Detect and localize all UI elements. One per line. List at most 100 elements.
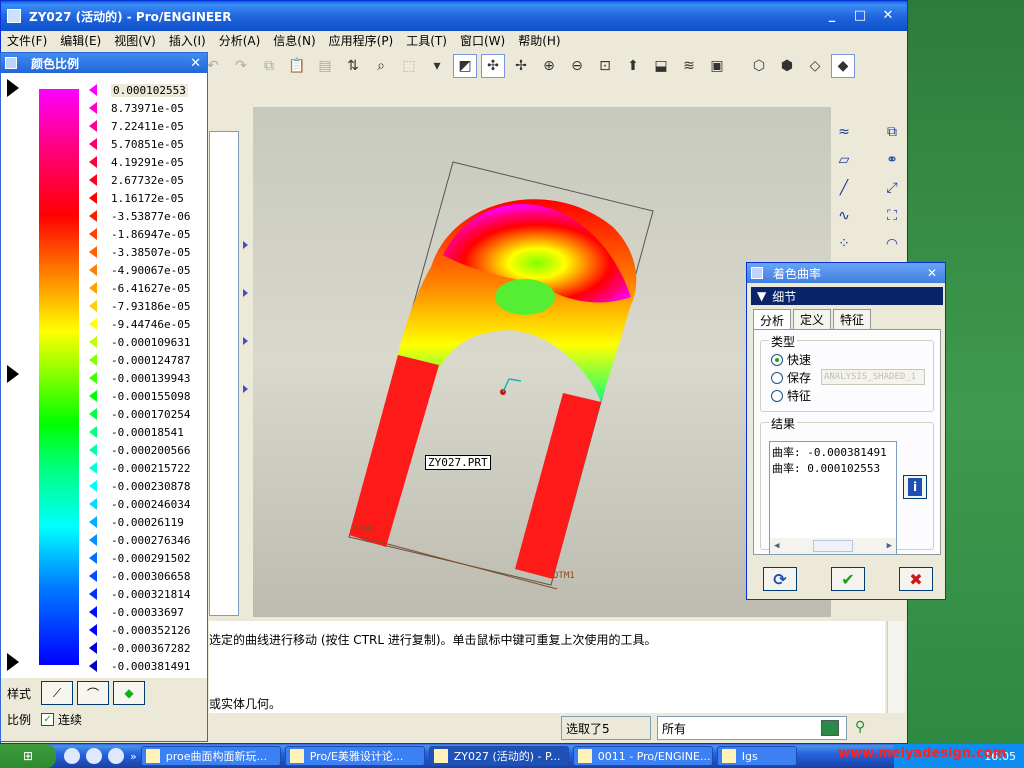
- scale-tick[interactable]: -0.000352126: [89, 621, 190, 639]
- minimize-button[interactable]: _: [821, 6, 843, 27]
- task-item[interactable]: ZY027 (活动的) - P...: [428, 746, 569, 766]
- menu-tools[interactable]: 工具(T): [406, 32, 447, 49]
- info-button[interactable]: i: [903, 475, 927, 499]
- scale-tick[interactable]: -3.38507e-05: [89, 243, 190, 261]
- scale-tick[interactable]: 5.70851e-05: [89, 135, 184, 153]
- scale-tick[interactable]: -0.000291502: [89, 549, 190, 567]
- scale-tick[interactable]: -3.53877e-06: [89, 207, 190, 225]
- hidden-line-icon[interactable]: ⬢: [775, 54, 799, 78]
- datum-plane-display-icon[interactable]: ≈: [833, 121, 855, 143]
- sketch-display-icon[interactable]: ◩: [453, 54, 477, 78]
- menu-file[interactable]: 文件(F): [7, 32, 47, 49]
- menu-insert[interactable]: 插入(I): [169, 32, 206, 49]
- ie-icon[interactable]: [108, 748, 124, 764]
- graphics-viewport[interactable]: ZY027.PRT DTM2 DTM1: [253, 107, 831, 617]
- lower-limit-marker[interactable]: [7, 653, 19, 671]
- surface-icon[interactable]: ⛶: [881, 205, 903, 227]
- menu-help[interactable]: 帮助(H): [518, 32, 560, 49]
- task-item[interactable]: proe曲面构面新玩...: [140, 746, 281, 766]
- middle-marker[interactable]: [7, 365, 19, 383]
- scale-tick[interactable]: -0.000321814: [89, 585, 190, 603]
- scale-tick[interactable]: -0.00018541: [89, 423, 184, 441]
- zoom-out-icon[interactable]: ⊖: [565, 54, 589, 78]
- scale-tick[interactable]: 0.000102553: [89, 81, 188, 99]
- scroll-left-icon[interactable]: ◀: [774, 541, 779, 551]
- cancel-button[interactable]: ✖: [899, 567, 933, 591]
- menu-applications[interactable]: 应用程序(P): [329, 32, 394, 49]
- view-manager-icon[interactable]: ▣: [705, 54, 729, 78]
- scale-tick[interactable]: -0.000381491: [89, 657, 190, 675]
- scale-tick[interactable]: -0.00033697: [89, 603, 184, 621]
- task-item[interactable]: Pro/E美雅设计论...: [284, 746, 425, 766]
- curve-style-button[interactable]: ⌒: [77, 681, 110, 705]
- color-scale-titlebar[interactable]: 颜色比例 ✕: [1, 53, 207, 73]
- scale-tick[interactable]: -0.000155098: [89, 387, 190, 405]
- analysis-name-field[interactable]: ANALYSIS_SHADED_1: [821, 369, 925, 385]
- scale-tick[interactable]: -0.000367282: [89, 639, 190, 657]
- scale-tick[interactable]: -0.000230878: [89, 477, 190, 495]
- tab-definition[interactable]: 定义: [793, 309, 832, 330]
- dropdown-arrow-icon[interactable]: ▾: [425, 54, 449, 78]
- radio-quick[interactable]: 快速: [771, 351, 811, 368]
- scale-tick[interactable]: -0.000246034: [89, 495, 190, 513]
- color-scale-close-button[interactable]: ✕: [190, 56, 201, 71]
- scale-tick[interactable]: -6.41627e-05: [89, 279, 190, 297]
- model-tree-pane[interactable]: [209, 131, 239, 616]
- scale-tick[interactable]: 2.67732e-05: [89, 171, 184, 189]
- tab-feature[interactable]: 特征: [833, 309, 872, 330]
- scale-tick[interactable]: 1.16172e-05: [89, 189, 184, 207]
- media-player-icon[interactable]: [64, 748, 80, 764]
- details-collapse-bar[interactable]: ▼ 细节: [751, 287, 943, 305]
- pane-splitter[interactable]: [243, 201, 249, 621]
- move-icon[interactable]: ⤢: [881, 177, 903, 199]
- ok-button[interactable]: ✔: [831, 567, 865, 591]
- dialog-titlebar[interactable]: 着色曲率 ✕: [747, 263, 945, 283]
- result-hscrollbar[interactable]: ◀ ▶: [770, 538, 896, 554]
- no-hidden-icon[interactable]: ◇: [803, 54, 827, 78]
- linear-style-button[interactable]: ⟋: [41, 681, 74, 705]
- shaded-style-button[interactable]: ◆: [113, 681, 146, 705]
- quick-launch-more-icon[interactable]: »: [130, 750, 137, 763]
- window-titlebar[interactable]: ZY027 (活动的) - Pro/ENGINEER _ □ ✕: [1, 1, 907, 31]
- radio-feature[interactable]: 特征: [771, 387, 811, 404]
- scale-tick[interactable]: -0.000124787: [89, 351, 190, 369]
- select-box-icon[interactable]: ⬚: [397, 54, 421, 78]
- close-button[interactable]: ✕: [877, 6, 899, 27]
- scale-tick[interactable]: 8.73971e-05: [89, 99, 184, 117]
- tab-analysis[interactable]: 分析: [753, 309, 792, 330]
- layers-icon[interactable]: ≋: [677, 54, 701, 78]
- find-icon[interactable]: ⌕: [369, 54, 393, 78]
- result-text-box[interactable]: 曲率: -0.000381491 曲率: 0.000102553 ◀ ▶: [769, 441, 897, 555]
- refit-icon[interactable]: ⊡: [593, 54, 617, 78]
- copy-icon[interactable]: ⧉: [257, 54, 281, 78]
- spin-center-icon[interactable]: ✣: [481, 54, 505, 78]
- redo-icon[interactable]: ↷: [229, 54, 253, 78]
- menu-analysis[interactable]: 分析(A): [219, 32, 261, 49]
- scale-tick[interactable]: -4.90067e-05: [89, 261, 190, 279]
- scale-tick[interactable]: -0.000139943: [89, 369, 190, 387]
- repeat-analysis-button[interactable]: ⟳: [763, 567, 797, 591]
- mirror-icon[interactable]: ⚭: [881, 149, 903, 171]
- scale-tick[interactable]: -9.44746e-05: [89, 315, 190, 333]
- filter-select[interactable]: 所有: [657, 716, 847, 740]
- datum-curve-icon[interactable]: ∿: [833, 205, 855, 227]
- scale-tick[interactable]: 4.19291e-05: [89, 153, 184, 171]
- scroll-right-icon[interactable]: ▶: [887, 541, 892, 551]
- continuous-checkbox[interactable]: ✓: [41, 713, 55, 726]
- radio-save[interactable]: 保存: [771, 369, 811, 386]
- saved-views-icon[interactable]: ⬓: [649, 54, 673, 78]
- copy-feature-icon[interactable]: ⧉: [881, 121, 903, 143]
- regenerate-icon[interactable]: ⇅: [341, 54, 365, 78]
- reorient-icon[interactable]: ⬆: [621, 54, 645, 78]
- paste-special-icon[interactable]: ▤: [313, 54, 337, 78]
- scale-tick[interactable]: 7.22411e-05: [89, 117, 184, 135]
- scale-tick[interactable]: -0.000215722: [89, 459, 190, 477]
- scroll-thumb[interactable]: [813, 540, 853, 552]
- wireframe-icon[interactable]: ⬡: [747, 54, 771, 78]
- dialog-close-button[interactable]: ✕: [927, 266, 937, 280]
- scale-tick[interactable]: -0.000306658: [89, 567, 190, 585]
- scale-tick[interactable]: -0.000109631: [89, 333, 190, 351]
- scale-tick[interactable]: -0.000276346: [89, 531, 190, 549]
- paste-icon[interactable]: 📋: [285, 54, 309, 78]
- scale-tick[interactable]: -7.93186e-05: [89, 297, 190, 315]
